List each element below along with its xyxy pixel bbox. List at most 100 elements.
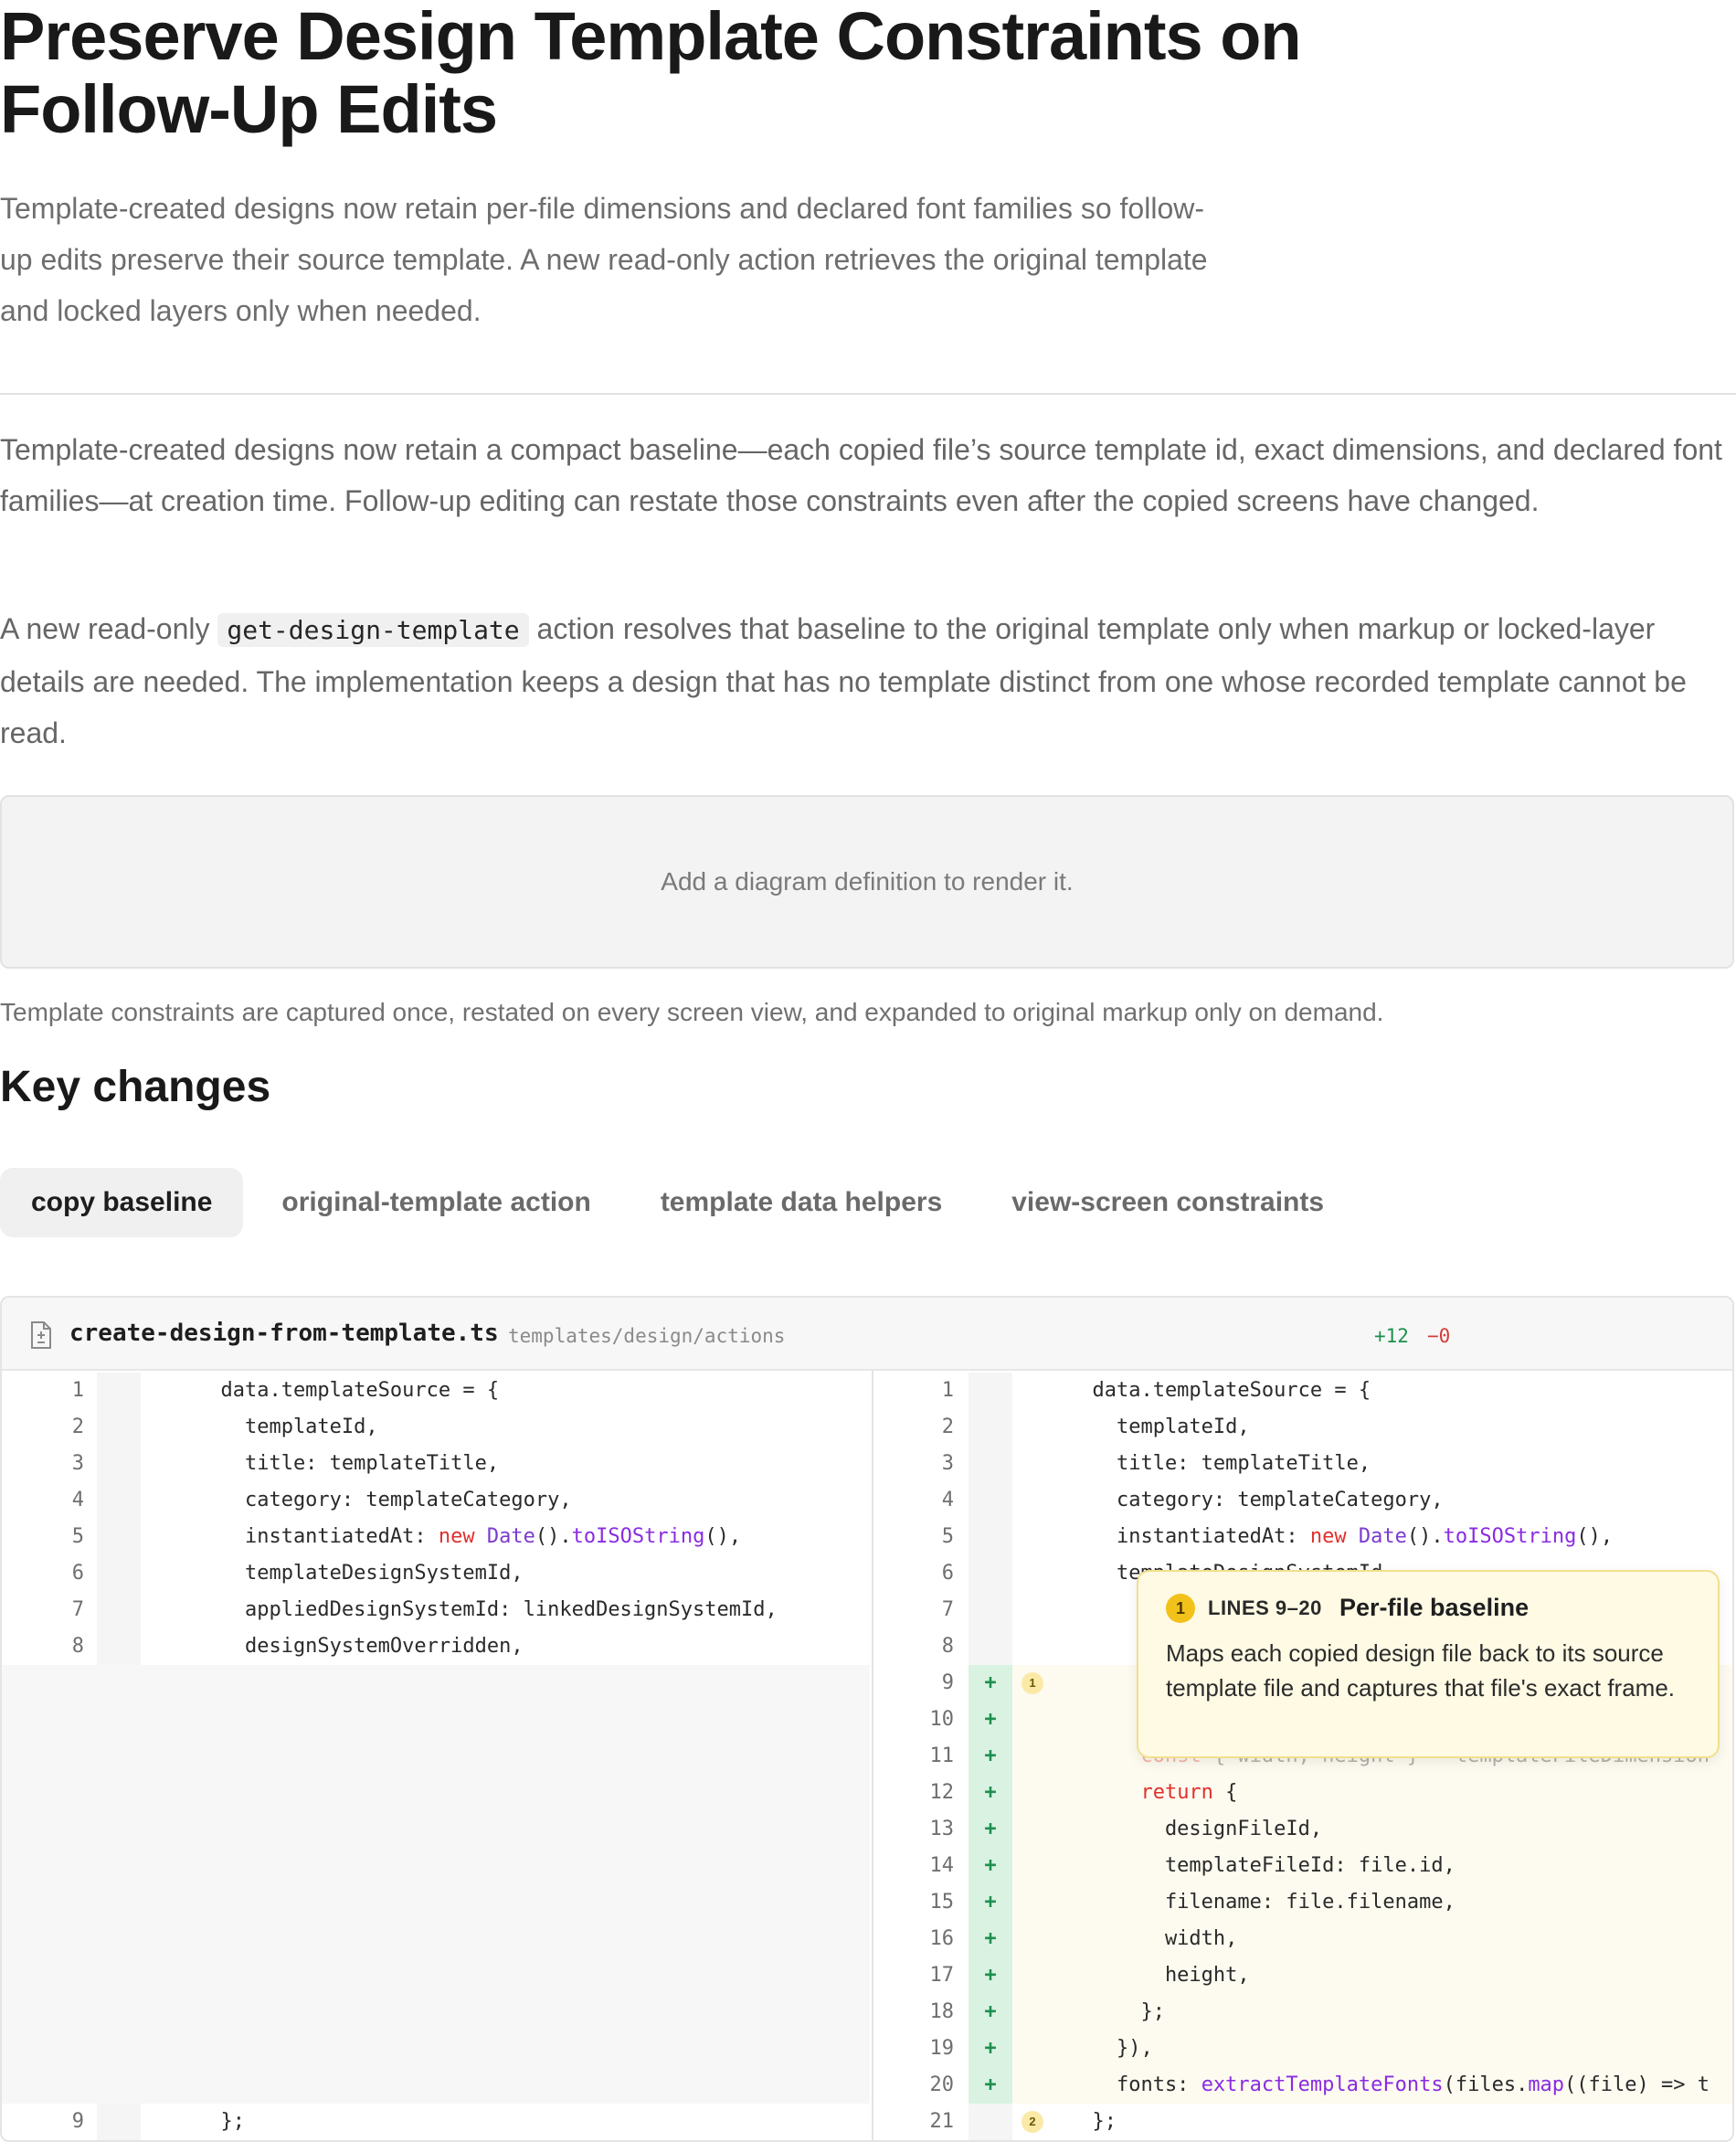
diff-marker [97,1592,141,1628]
code-text: instantiatedAt: new Date().toISOString()… [1020,1525,1614,1548]
page-title: Preserve Design Template Constraints on … [0,0,1302,147]
callout-number-badge: 1 [1166,1594,1195,1623]
line-number: 3 [71,1452,84,1475]
added-line-plus-icon: + [969,1665,1012,1702]
tab-bar: copy baseline original-template action t… [0,1168,1362,1237]
code-text: templateId, [148,1416,378,1438]
callout-body: Maps each copied design file back to its… [1166,1639,1676,1702]
diff-line-added: 13 + designFileId, [873,1811,1732,1848]
diff-marker [969,1482,1012,1519]
line-number: 4 [941,1489,954,1511]
diff-marker [969,1409,1012,1446]
diff-marker [97,1519,141,1555]
added-line-plus-icon: + [969,1738,1012,1775]
diff-line-left: 3 title: templateTitle, [2,1446,870,1482]
diff-line-right: 21 }; 2 [873,2104,1732,2140]
diff-marker [969,1592,1012,1628]
tab-template-data-helpers[interactable]: template data helpers [630,1168,973,1237]
diff-marker [97,1373,141,1409]
code-text: }; [148,2110,245,2133]
section-heading: Key changes [0,1063,271,1111]
tab-copy-baseline[interactable]: copy baseline [0,1168,244,1237]
line-number: 5 [71,1525,84,1548]
diff-line-left: 4 category: templateCategory, [2,1482,870,1519]
code-text: designFileId, [1020,1818,1323,1840]
line-number: 8 [71,1635,84,1658]
code-text: title: templateTitle, [1020,1452,1371,1475]
diff-line-added: 16 + width, [873,1921,1732,1957]
code-text: templateFileId: file.id, [1020,1854,1455,1877]
diff-marker [969,1446,1012,1482]
diff-marker [97,1628,141,1665]
code-text: title: templateTitle, [148,1452,500,1475]
diff-deletions-count: −0 [1427,1325,1451,1347]
diff-line-left: 7 appliedDesignSystemId: linkedDesignSys… [2,1592,870,1628]
line-number: 17 [929,1964,955,1987]
annotation-callout: 1 LINES 9–20 Per-file baseline Maps each… [1137,1570,1720,1758]
diff-marker [969,2104,1012,2140]
code-text: templateDesignSystemId, [148,1562,524,1585]
body-paragraph-1: Template-created designs now retain a co… [0,433,1722,517]
code-text: instantiatedAt: new Date().toISOString()… [148,1525,742,1548]
line-number: 2 [71,1416,84,1438]
line-number: 1 [941,1379,954,1402]
diff-line-left: 5 instantiatedAt: new Date().toISOString… [2,1519,870,1555]
line-number: 16 [929,1927,955,1950]
diff-file-name[interactable]: create-design-from-template.ts [69,1318,499,1349]
code-text: return { [1140,1781,1238,1804]
diagram-caption: Template constraints are captured once, … [0,998,1384,1026]
diff-additions-count: +12 [1374,1325,1409,1347]
added-line-plus-icon: + [969,2067,1012,2104]
line-number: 7 [941,1598,954,1621]
code-text: data.templateSource = { [148,1379,500,1402]
diff-line-right: 5 instantiatedAt: new Date().toISOString… [873,1519,1732,1555]
added-line-plus-icon: + [969,1884,1012,1921]
diff-line-added: 15 + filename: file.filename, [873,1884,1732,1921]
diff-line-right: 4 category: templateCategory, [873,1482,1732,1519]
diff-line-added: 18 + }; [873,1994,1732,2031]
line-number: 14 [929,1854,955,1877]
callout-line-range: LINES 9–20 [1208,1596,1322,1619]
code-text: fonts: extractTemplateFonts(files.map((f… [1020,2073,1710,2096]
line-number: 21 [929,2110,955,2133]
code-text: height, [1020,1964,1250,1987]
divider [0,393,1736,395]
diff-line-left: 6 templateDesignSystemId, [2,1555,870,1592]
page-subtitle: Template-created designs now retain per-… [0,192,1208,327]
tab-view-screen-constraints[interactable]: view-screen constraints [980,1168,1355,1237]
body-paragraph-2: A new read-only get-design-template acti… [0,603,1736,758]
diff-marker [969,1519,1012,1555]
diff-marker [969,1373,1012,1409]
line-number: 11 [929,1744,955,1767]
added-line-plus-icon: + [969,1848,1012,1884]
line-number: 10 [929,1708,955,1731]
diff-line-added: 17 + height, [873,1957,1732,1994]
annotation-badge[interactable]: 1 [1021,1672,1043,1694]
file-diff-icon [31,1321,51,1349]
diff-line-left: 8 designSystemOverridden, [2,1628,870,1665]
line-number: 12 [929,1781,955,1804]
code-text: data.templateSource = { [1020,1379,1371,1402]
tab-original-template-action[interactable]: original-template action [250,1168,621,1237]
line-number: 5 [941,1525,954,1548]
code-text: category: templateCategory, [1020,1489,1444,1511]
diff-line-left: 2 templateId, [2,1409,870,1446]
line-number: 13 [929,1818,955,1840]
diff-line-right: 1 data.templateSource = { [873,1373,1732,1409]
diff-line-added: 14 + templateFileId: file.id, [873,1848,1732,1884]
inline-code-action-name: get-design-template [217,613,529,647]
line-number: 8 [941,1635,954,1658]
annotation-badge[interactable]: 2 [1021,2111,1043,2133]
added-line-plus-icon: + [969,2031,1012,2067]
diff-pane-left: 1 data.templateSource = {2 templateId, 3 … [2,1371,870,2140]
code-text: category: templateCategory, [148,1489,572,1511]
added-line-plus-icon: + [969,1702,1012,1738]
line-number: 20 [929,2073,955,2096]
diff-marker [97,1482,141,1519]
diagram-placeholder: Add a diagram definition to render it. [0,795,1734,969]
diff-line-left: 9 }; [2,2104,870,2140]
line-number: 1 [71,1379,84,1402]
diff-file-path: templates/design/actions [508,1325,786,1347]
line-number: 7 [71,1598,84,1621]
line-number: 9 [941,1671,954,1694]
